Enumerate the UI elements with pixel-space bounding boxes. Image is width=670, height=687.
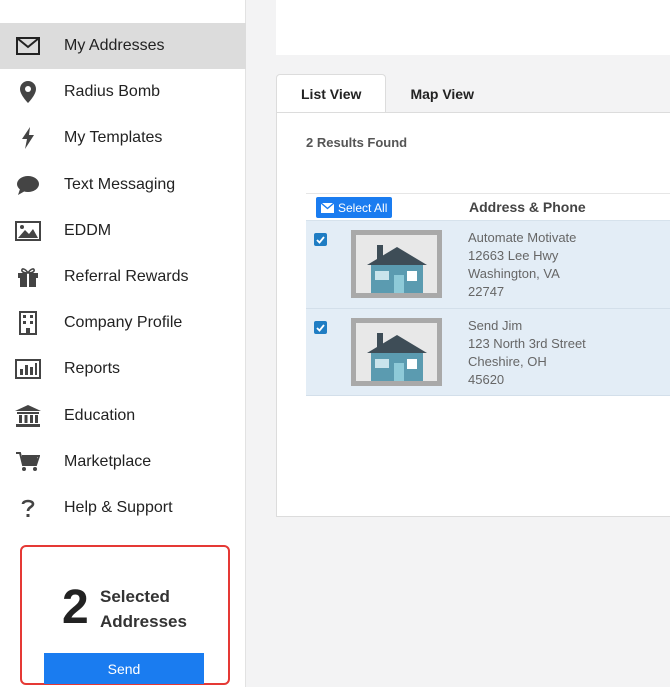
sidebar-item-label: Education xyxy=(64,406,136,424)
selected-addresses-panel: 2 Selected Addresses Send xyxy=(20,545,230,685)
sidebar-item-referral-rewards[interactable]: Referral Rewards xyxy=(0,254,246,300)
results-count: 2 Results Found xyxy=(306,135,408,150)
house-thumbnail xyxy=(351,318,442,386)
bar-chart-icon xyxy=(14,355,42,383)
sidebar-item-education[interactable]: Education xyxy=(0,393,246,439)
address-table: Select All Address & Phone Automate Moti… xyxy=(306,193,670,396)
address-column-header: Address & Phone xyxy=(469,199,586,215)
view-tabs: List View Map View xyxy=(276,74,498,113)
sidebar-item-label: Text Messaging xyxy=(64,175,176,193)
sidebar-item-label: My Addresses xyxy=(64,37,165,55)
street: 123 North 3rd Street xyxy=(468,336,586,351)
sidebar-item-text-messaging[interactable]: Text Messaging xyxy=(0,162,246,208)
question-icon xyxy=(14,494,42,522)
row-checkbox[interactable] xyxy=(314,321,327,334)
contact-name: Send Jim xyxy=(468,318,523,333)
sidebar-item-marketplace[interactable]: Marketplace xyxy=(0,439,246,485)
results-panel: List View Map View 2 Results Found Selec… xyxy=(276,74,670,517)
selected-label-line2: Addresses xyxy=(100,612,187,631)
sidebar-nav: My Addresses Radius Bomb My Templates Te… xyxy=(0,23,246,531)
house-icon xyxy=(366,245,427,293)
sidebar-item-label: Referral Rewards xyxy=(64,268,189,286)
contact-name: Automate Motivate xyxy=(468,230,577,245)
sidebar-item-radius-bomb[interactable]: Radius Bomb xyxy=(0,69,246,115)
sidebar-item-help-support[interactable]: Help & Support xyxy=(0,485,246,531)
address-block: Automate Motivate 12663 Lee Hwy Washingt… xyxy=(468,229,576,301)
table-row: Send Jim 123 North 3rd Street Cheshire, … xyxy=(306,309,670,396)
cart-icon xyxy=(14,448,42,476)
zip: 22747 xyxy=(468,284,505,299)
sidebar-item-eddm[interactable]: EDDM xyxy=(0,208,246,254)
sidebar: My Addresses Radius Bomb My Templates Te… xyxy=(0,0,246,687)
address-block: Send Jim 123 North 3rd Street Cheshire, … xyxy=(468,317,586,389)
selected-label-line1: Selected xyxy=(100,587,170,606)
sidebar-item-label: My Templates xyxy=(64,129,163,147)
sidebar-item-label: Company Profile xyxy=(64,314,183,332)
sidebar-item-label: Radius Bomb xyxy=(64,83,161,101)
city-state: Cheshire, OH xyxy=(468,354,547,369)
street: 12663 Lee Hwy xyxy=(468,248,559,263)
city-state: Washington, VA xyxy=(468,266,560,281)
top-card xyxy=(276,0,670,55)
house-thumbnail xyxy=(351,230,442,298)
tab-map-view[interactable]: Map View xyxy=(386,74,498,113)
envelope-icon xyxy=(321,202,334,213)
selected-label: Selected Addresses xyxy=(100,584,187,634)
tab-list-view[interactable]: List View xyxy=(276,74,387,113)
send-button[interactable]: Send xyxy=(44,653,204,684)
checkmark-icon xyxy=(316,323,325,332)
list-view-content: 2 Results Found Select All Address & Pho… xyxy=(276,112,670,517)
lightning-icon xyxy=(14,124,42,152)
chat-bubble-icon xyxy=(14,171,42,199)
sidebar-item-my-addresses[interactable]: My Addresses xyxy=(0,23,246,70)
select-all-label: Select All xyxy=(338,200,388,215)
table-row: Automate Motivate 12663 Lee Hwy Washingt… xyxy=(306,221,670,309)
building-icon xyxy=(14,309,42,337)
sidebar-item-label: EDDM xyxy=(64,221,112,239)
table-header: Select All Address & Phone xyxy=(306,193,670,221)
gift-icon xyxy=(14,263,42,291)
envelope-icon xyxy=(14,32,42,60)
checkmark-icon xyxy=(316,235,325,244)
sidebar-item-label: Help & Support xyxy=(64,498,173,516)
zip: 45620 xyxy=(468,372,505,387)
sidebar-item-reports[interactable]: Reports xyxy=(0,346,246,392)
sidebar-item-my-templates[interactable]: My Templates xyxy=(0,115,246,161)
sidebar-item-label: Marketplace xyxy=(64,452,152,470)
image-icon xyxy=(14,217,42,245)
sidebar-item-company-profile[interactable]: Company Profile xyxy=(0,300,246,346)
row-checkbox[interactable] xyxy=(314,233,327,246)
selected-count: 2 xyxy=(62,581,89,634)
house-icon xyxy=(366,333,427,381)
map-pin-icon xyxy=(14,78,42,106)
sidebar-item-label: Reports xyxy=(64,360,121,378)
select-all-button[interactable]: Select All xyxy=(316,197,393,218)
institution-icon xyxy=(14,402,42,430)
